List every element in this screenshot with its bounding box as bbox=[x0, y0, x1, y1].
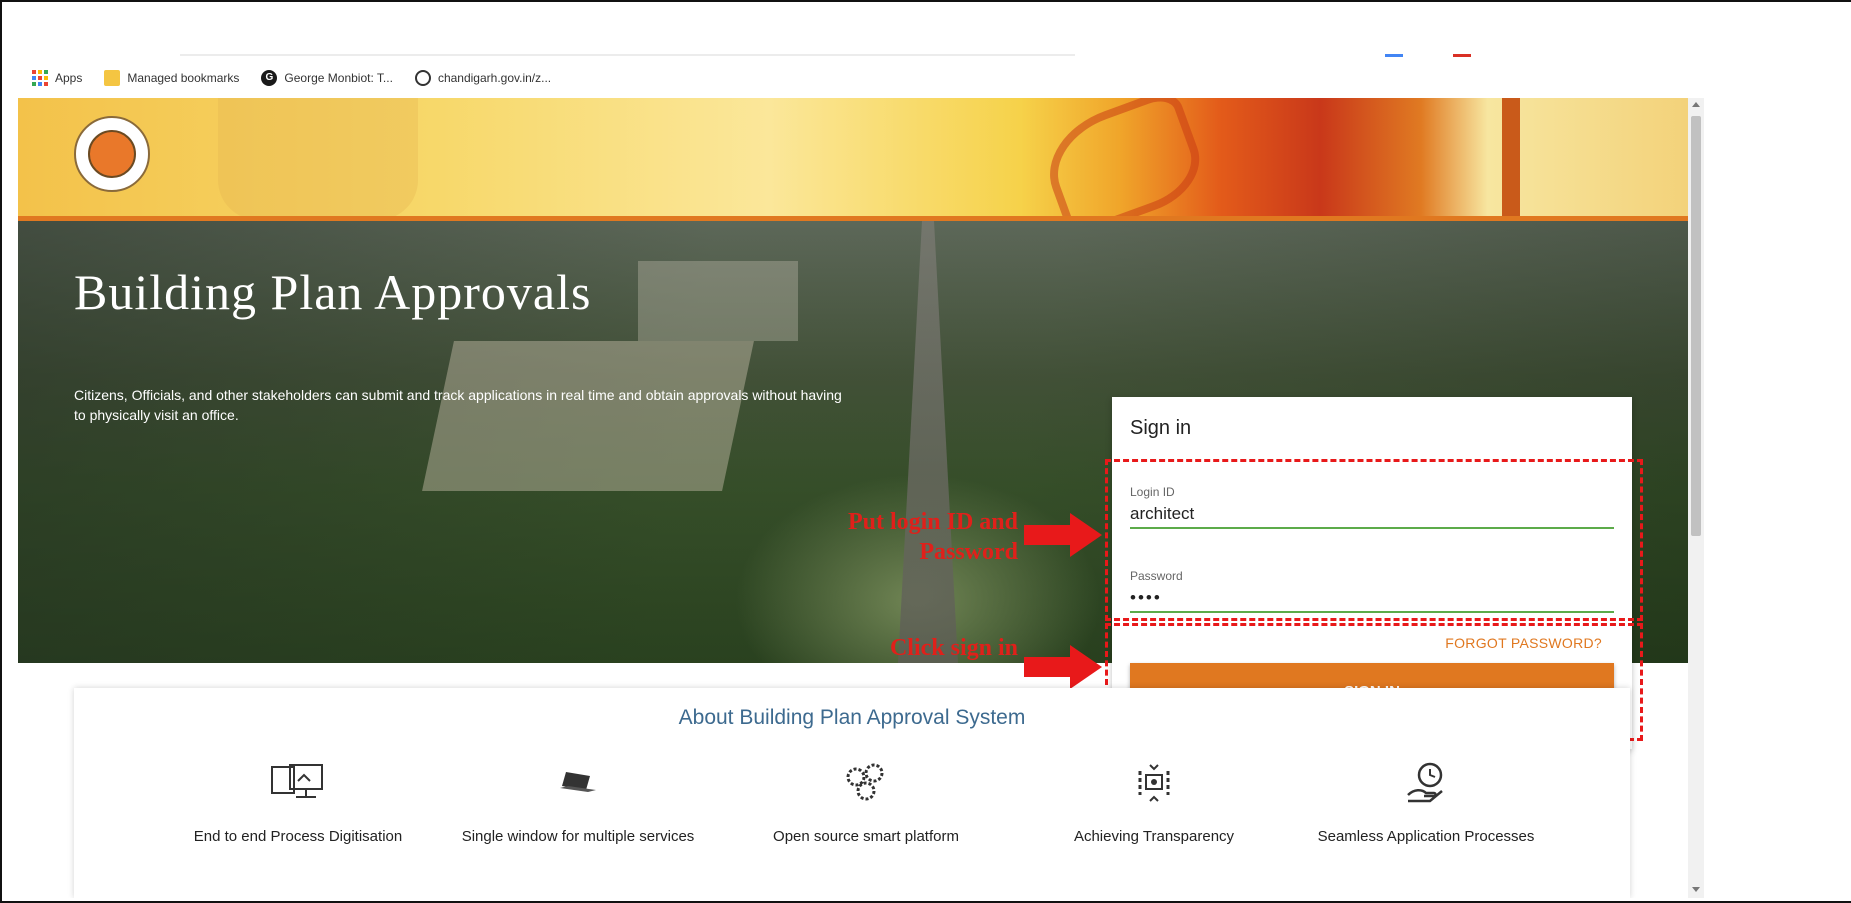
feature-label: End to end Process Digitisation bbox=[193, 828, 403, 845]
page-scrollbar[interactable] bbox=[1688, 98, 1704, 898]
login-id-label: Login ID bbox=[1130, 485, 1175, 499]
gears-icon bbox=[836, 758, 896, 808]
annotation-arrow-icon bbox=[1024, 645, 1104, 689]
annotation-put-login: Put login ID and Password bbox=[847, 509, 1018, 565]
bookmark-label: Managed bookmarks bbox=[127, 71, 240, 85]
login-id-input[interactable] bbox=[1130, 501, 1614, 529]
hero-road bbox=[898, 221, 958, 663]
banner-divider bbox=[1502, 98, 1520, 220]
about-section: About Building Plan Approval System End … bbox=[74, 688, 1630, 898]
page-title: Building Plan Approvals bbox=[74, 264, 592, 320]
bookmark-label: Apps bbox=[55, 71, 83, 85]
hand-clock-icon bbox=[1396, 758, 1456, 808]
globe-icon bbox=[414, 70, 431, 86]
bookmarks-bar: Apps Managed bookmarks G George Monbiot:… bbox=[32, 66, 573, 90]
password-input[interactable] bbox=[1130, 585, 1614, 613]
folder-icon bbox=[104, 70, 121, 86]
annotation-arrow-icon bbox=[1024, 513, 1104, 557]
feature-item: Single window for multiple services bbox=[448, 758, 708, 848]
feature-label: Achieving Transparency bbox=[1073, 828, 1235, 845]
bookmark-label: chandigarh.gov.in/z... bbox=[437, 71, 552, 85]
hero-building-background bbox=[638, 261, 798, 341]
signin-title: Sign in bbox=[1130, 417, 1192, 439]
hero-section: Building Plan Approvals Citizens, Offici… bbox=[18, 221, 1688, 749]
feature-item: Open source smart platform bbox=[736, 758, 996, 848]
feature-label: Single window for multiple services bbox=[461, 828, 695, 845]
scrollbar-thumb[interactable] bbox=[1691, 116, 1701, 536]
scroll-down-arrow-icon[interactable] bbox=[1692, 887, 1700, 892]
feature-label: Seamless Application Processes bbox=[1317, 828, 1535, 845]
password-label: Password bbox=[1130, 569, 1183, 583]
bookmark-apps[interactable]: Apps bbox=[32, 70, 82, 86]
scroll-up-arrow-icon[interactable] bbox=[1692, 102, 1700, 107]
bookmark-label: George Monbiot: T... bbox=[284, 71, 393, 85]
transparency-cycle-icon bbox=[1124, 758, 1184, 808]
page-viewport: Building Plan Approvals Citizens, Offici… bbox=[18, 98, 1688, 898]
computer-monitor-icon bbox=[268, 758, 328, 808]
chandigarh-administration-logo[interactable] bbox=[74, 116, 150, 192]
header-banner bbox=[18, 98, 1688, 241]
window-indicator-red bbox=[1453, 54, 1471, 57]
feature-item: End to end Process Digitisation bbox=[168, 758, 428, 848]
bookmark-managed[interactable]: Managed bookmarks bbox=[104, 70, 239, 86]
hero-description: Citizens, Officials, and other stakehold… bbox=[74, 387, 842, 423]
bookmark-chandigarh[interactable]: chandigarh.gov.in/z... bbox=[414, 70, 552, 86]
address-bar-strip bbox=[180, 54, 1075, 56]
feature-item: Achieving Transparency bbox=[1024, 758, 1284, 848]
bookmark-george-monbiot[interactable]: G George Monbiot: T... bbox=[261, 70, 393, 86]
feature-item: Seamless Application Processes bbox=[1286, 758, 1566, 848]
annotation-click-signin: Click sign in bbox=[889, 635, 1018, 661]
window-indicator-blue bbox=[1385, 54, 1403, 57]
logo-emblem-icon bbox=[88, 130, 136, 178]
laptop-icon bbox=[548, 758, 608, 808]
banner-decoration bbox=[218, 98, 418, 220]
site-favicon-icon: G bbox=[261, 70, 278, 86]
feature-label: Open source smart platform bbox=[773, 828, 959, 845]
about-title: About Building Plan Approval System bbox=[678, 706, 1026, 729]
apps-grid-icon bbox=[32, 70, 48, 86]
forgot-password-link[interactable]: FORGOT PASSWORD? bbox=[1445, 635, 1602, 651]
